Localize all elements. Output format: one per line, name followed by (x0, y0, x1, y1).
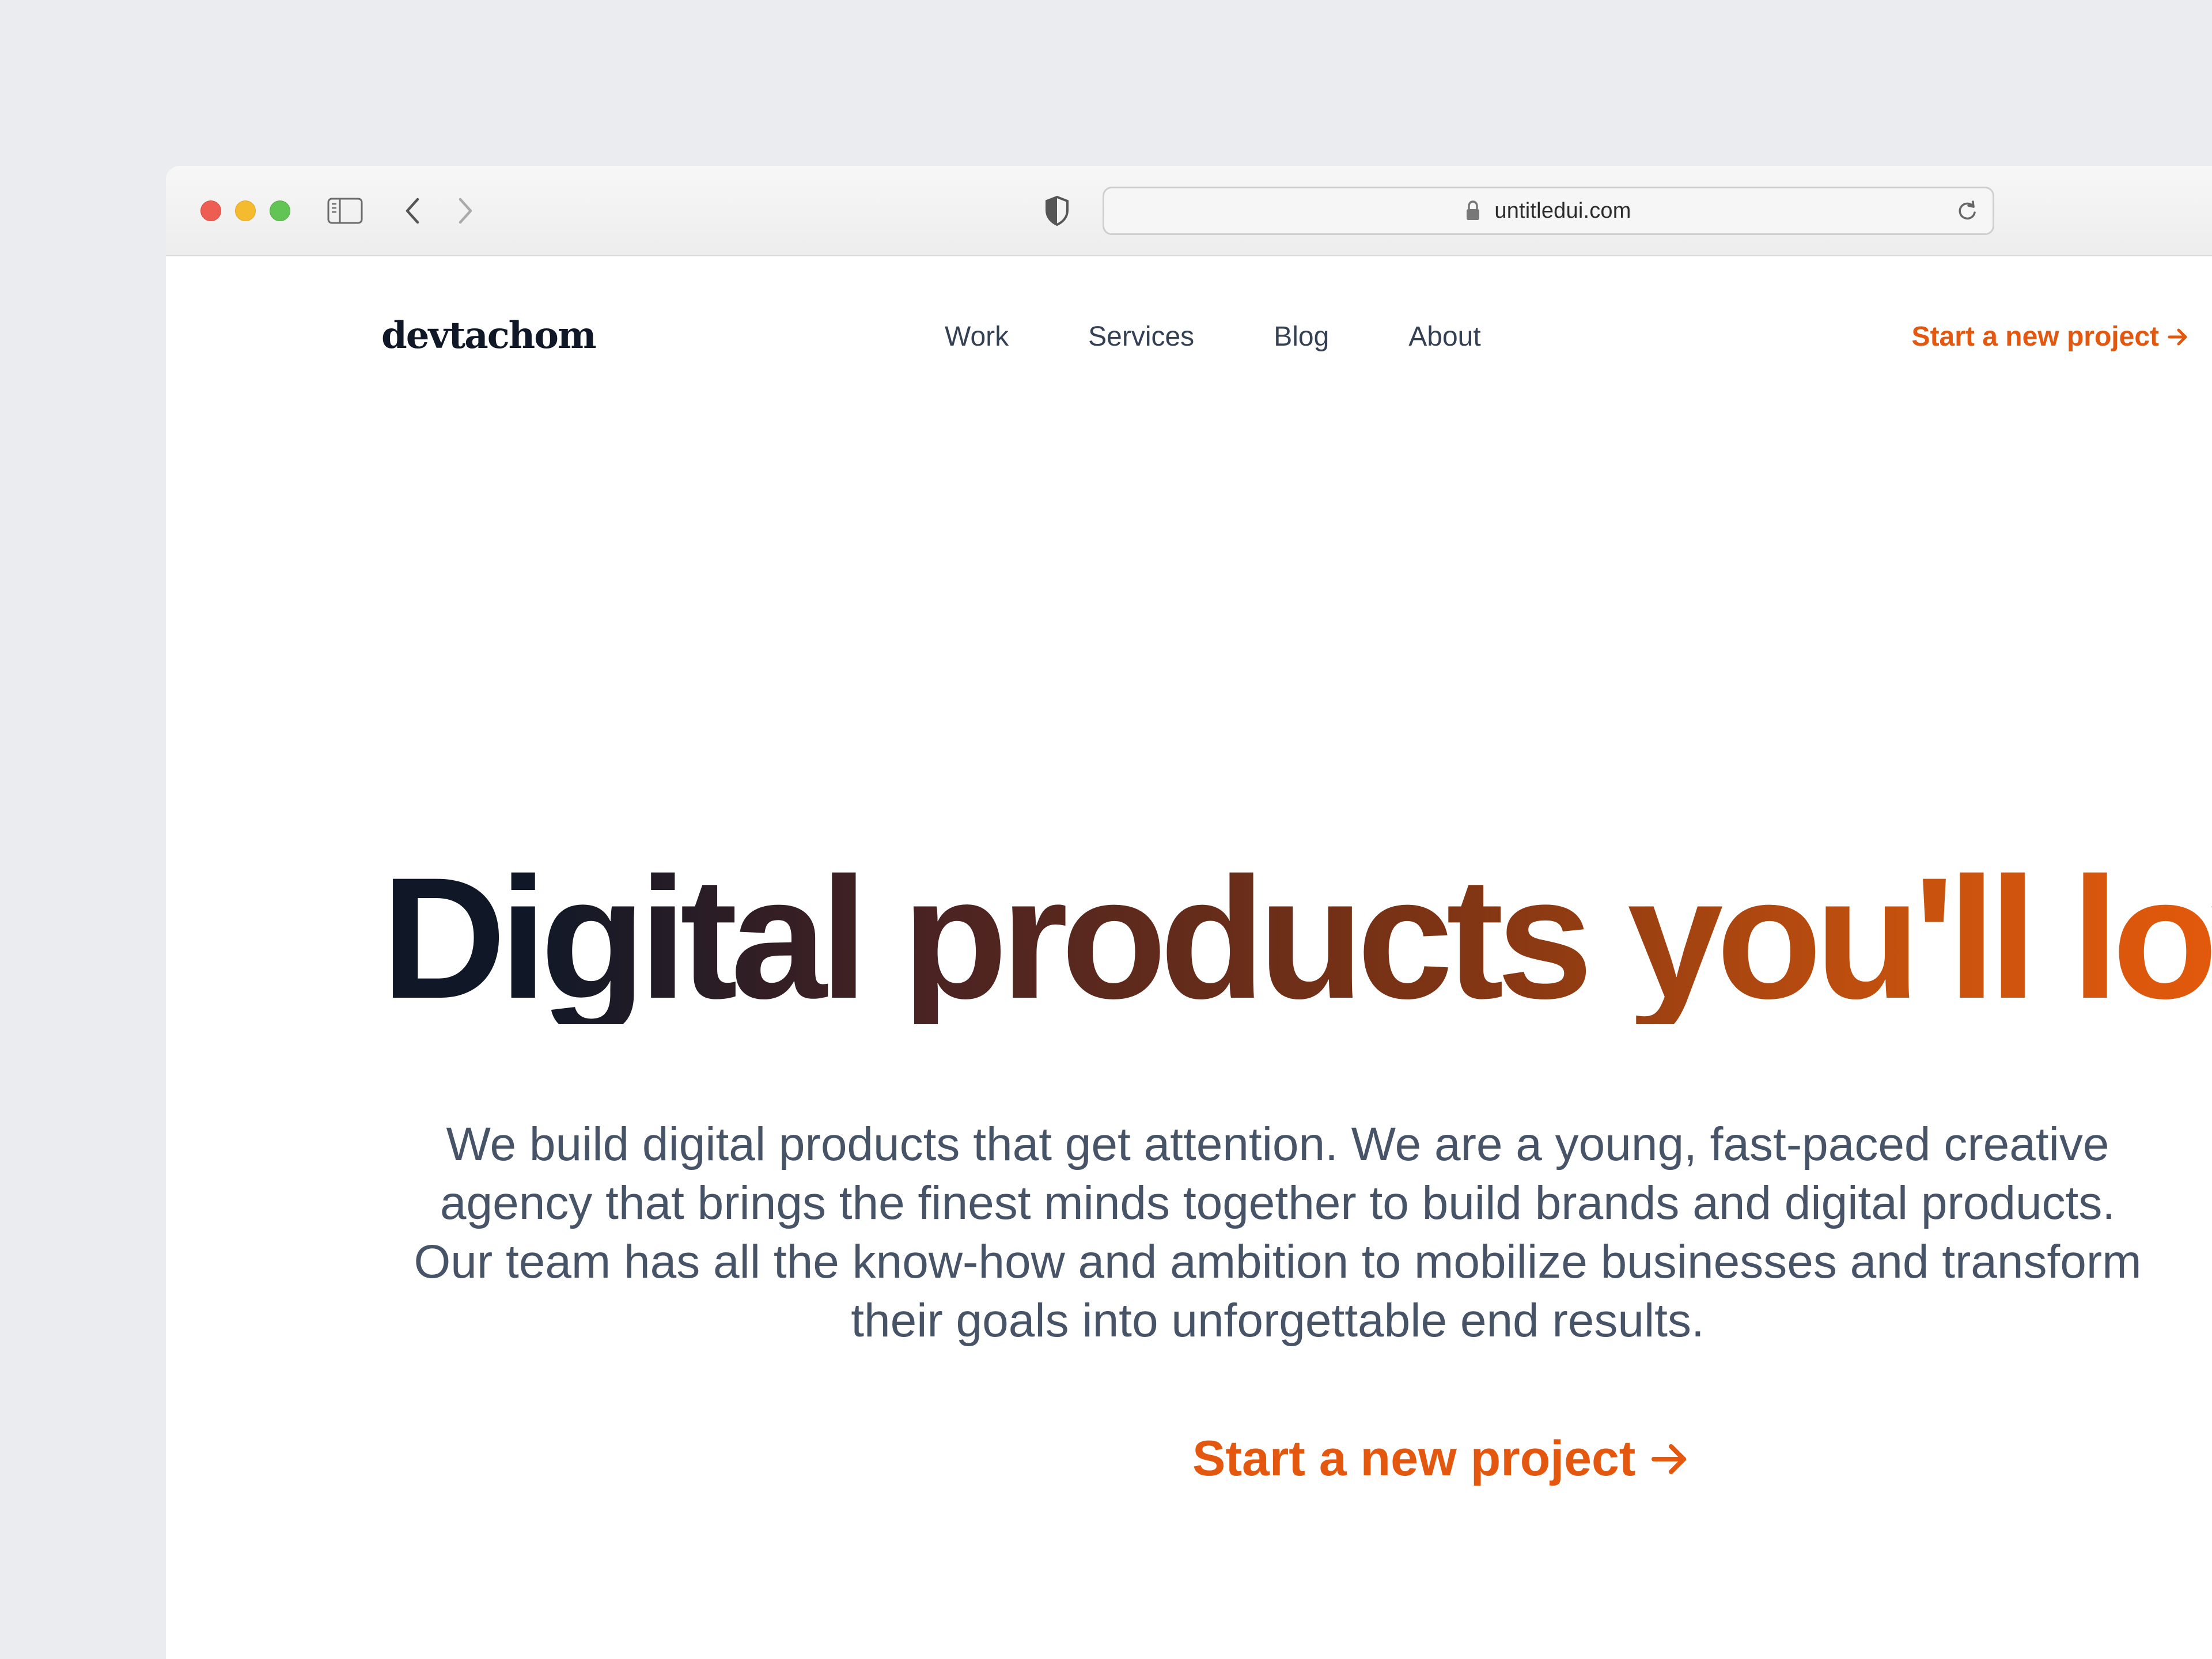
hero-description: We build digital products that get atten… (414, 1118, 2142, 1347)
lock-icon (1465, 200, 1482, 222)
main-nav: Work Services Blog About (945, 321, 1481, 353)
nav-link-about[interactable]: About (1408, 321, 1480, 353)
arrow-right-icon (2168, 328, 2187, 345)
nav-link-services[interactable]: Services (1088, 321, 1194, 353)
chevron-left-icon[interactable] (401, 194, 424, 228)
chevron-right-icon[interactable] (454, 194, 477, 228)
site-logo[interactable]: devtachom (381, 314, 597, 357)
header-cta-label: Start a new project (1911, 321, 2159, 352)
minimize-window-button[interactable] (235, 200, 256, 221)
zoom-window-button[interactable] (270, 200, 290, 221)
nav-link-work[interactable]: Work (945, 321, 1009, 353)
address-bar[interactable]: untitledui.com (1103, 187, 1994, 235)
arrow-right-icon (1652, 1444, 1687, 1474)
nav-link-blog[interactable]: Blog (1274, 321, 1329, 353)
site-header: devtachom Work Services Blog About Start… (166, 256, 2212, 429)
hero-title: Digital products you'll love (381, 841, 2212, 1035)
close-window-button[interactable] (200, 200, 221, 221)
browser-window: untitledui.com devtachom Work Services B… (166, 166, 2212, 1659)
reload-icon[interactable] (1956, 200, 1979, 223)
shield-icon[interactable] (1043, 195, 1071, 227)
url-text: untitledui.com (1494, 198, 1631, 223)
hero-start-project-link[interactable]: Start a new project (1192, 1430, 1690, 1487)
hero-cta-label: Start a new project (1192, 1431, 1636, 1486)
browser-toolbar: untitledui.com (166, 166, 2212, 256)
sidebar-toggle-icon[interactable] (327, 198, 363, 224)
header-start-project-link[interactable]: Start a new project (1912, 321, 2189, 353)
